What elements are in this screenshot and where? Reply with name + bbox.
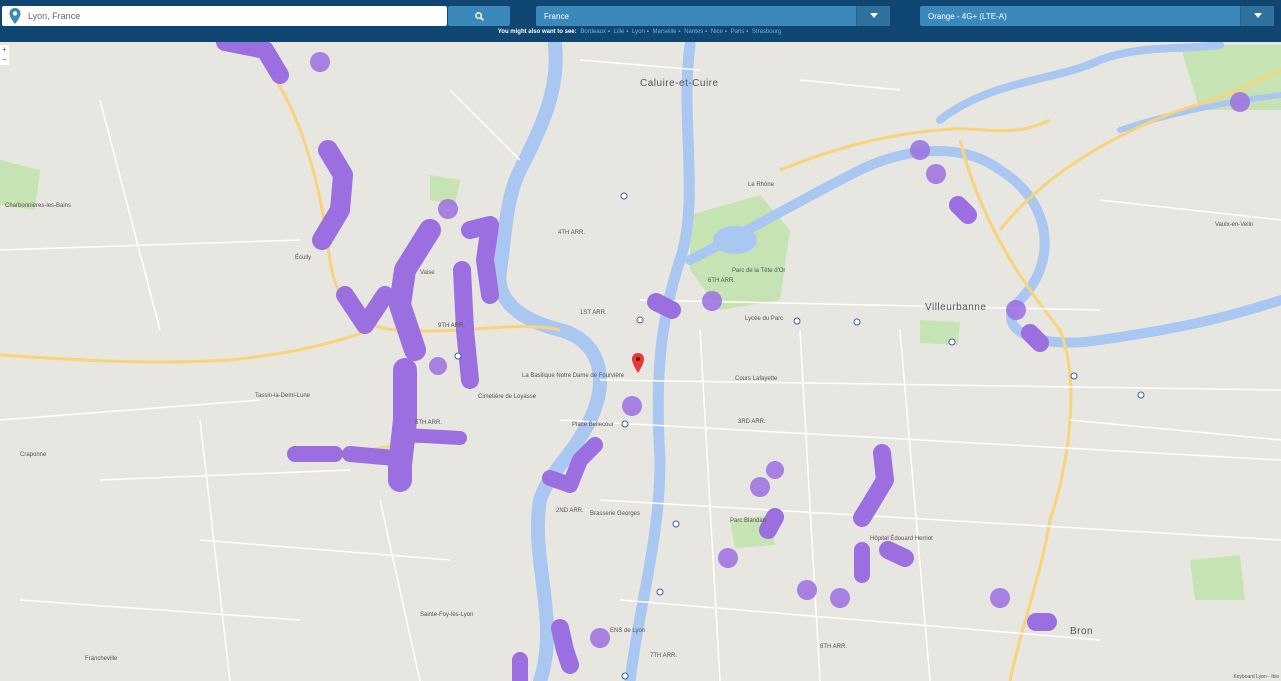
suggestion-link[interactable]: Lyon	[632, 29, 645, 35]
chevron-down-icon	[856, 6, 890, 26]
map-label: 3RD ARR.	[738, 419, 766, 425]
map-label: Caluire-et-Cuire	[640, 78, 719, 89]
map-label: ENS de Lyon	[610, 628, 646, 634]
map-label: Parc de la Tête d'Or	[732, 268, 786, 274]
map-label: Lycée du Parc	[745, 316, 784, 322]
map-canvas[interactable]	[0, 42, 1281, 681]
country-select[interactable]: France	[536, 6, 890, 26]
map-label: 5TH ARR.	[415, 420, 443, 426]
suggestion-link[interactable]: Paris	[731, 29, 745, 35]
map-label: Place Bellecour	[572, 422, 614, 428]
map-label: Cours Lafayette	[735, 376, 778, 382]
map-attribution: Keyboard Lyon - Ibis	[1233, 674, 1279, 680]
suggestions-prefix: You might also want to see:	[497, 29, 577, 35]
map-label: Vaulx-en-Velin	[1215, 222, 1254, 228]
map-label: 9TH ARR.	[438, 323, 466, 329]
map-label: Écully	[295, 255, 312, 261]
map-label: 4TH ARR.	[558, 230, 586, 236]
map-label: Sainte-Foy-lès-Lyon	[420, 612, 474, 618]
suggestion-links: Bordeaux - Lille - Lyon - Marseille - Nantes…	[580, 29, 782, 35]
map-label: Bron	[1070, 626, 1094, 637]
map-label: La Basilique Notre Dame de Fourvière	[522, 373, 625, 379]
location-pin-icon	[9, 8, 21, 24]
map-label: Le Rhône	[748, 182, 775, 188]
map-label: Craponne	[20, 452, 47, 458]
map-label: Cimetière de Loyasse	[478, 394, 537, 400]
zoom-out-button[interactable]: −	[0, 55, 9, 65]
map-label: Villeurbanne	[925, 302, 987, 313]
top-bar: France Orange - 4G+ (LTE-A) You might al…	[0, 0, 1281, 42]
map-label: 6TH ARR.	[708, 278, 736, 284]
coverage-map[interactable]: Caluire-et-Cuire Charbonnières-les-Bains…	[0, 42, 1281, 681]
network-select[interactable]: Orange - 4G+ (LTE-A)	[920, 6, 1274, 26]
suggestion-link[interactable]: Bordeaux	[580, 29, 606, 35]
search-button[interactable]	[448, 6, 510, 26]
suggestion-link[interactable]: Nice	[711, 29, 723, 35]
rivers	[492, 42, 1281, 681]
chevron-down-icon	[1240, 6, 1274, 26]
map-label: Brasserie Georges	[590, 511, 641, 517]
search-box[interactable]	[2, 6, 447, 26]
coverage-areas	[216, 42, 1250, 681]
country-select-value: France	[544, 11, 569, 21]
map-label: Tassin-la-Demi-Lune	[255, 393, 311, 399]
location-marker-icon[interactable]	[632, 353, 644, 373]
search-input[interactable]	[26, 10, 440, 22]
map-label: 7TH ARR.	[650, 653, 678, 659]
zoom-in-button[interactable]: +	[0, 45, 9, 55]
suggestion-link[interactable]: Lille	[614, 29, 625, 35]
network-select-value: Orange - 4G+ (LTE-A)	[928, 11, 1007, 21]
map-label: 2ND ARR.	[556, 508, 584, 514]
search-icon	[474, 11, 484, 21]
map-label: 8TH ARR.	[820, 644, 848, 650]
map-label: Vaise	[420, 270, 435, 276]
suggestion-link[interactable]: Nantes	[684, 29, 703, 35]
map-label: Parc Blandan	[730, 518, 767, 524]
suggestions-bar: You might also want to see: Bordeaux - Li…	[0, 29, 1281, 35]
suggestion-link[interactable]: Strasbourg	[752, 29, 781, 35]
zoom-control: + −	[0, 45, 9, 65]
map-label: Charbonnières-les-Bains	[5, 203, 72, 209]
map-label: Hôpital Édouard Herriot	[870, 536, 933, 542]
suggestion-link[interactable]: Marseille	[653, 29, 677, 35]
map-label: 1ST ARR.	[580, 310, 607, 316]
map-label: Francheville	[85, 656, 118, 662]
